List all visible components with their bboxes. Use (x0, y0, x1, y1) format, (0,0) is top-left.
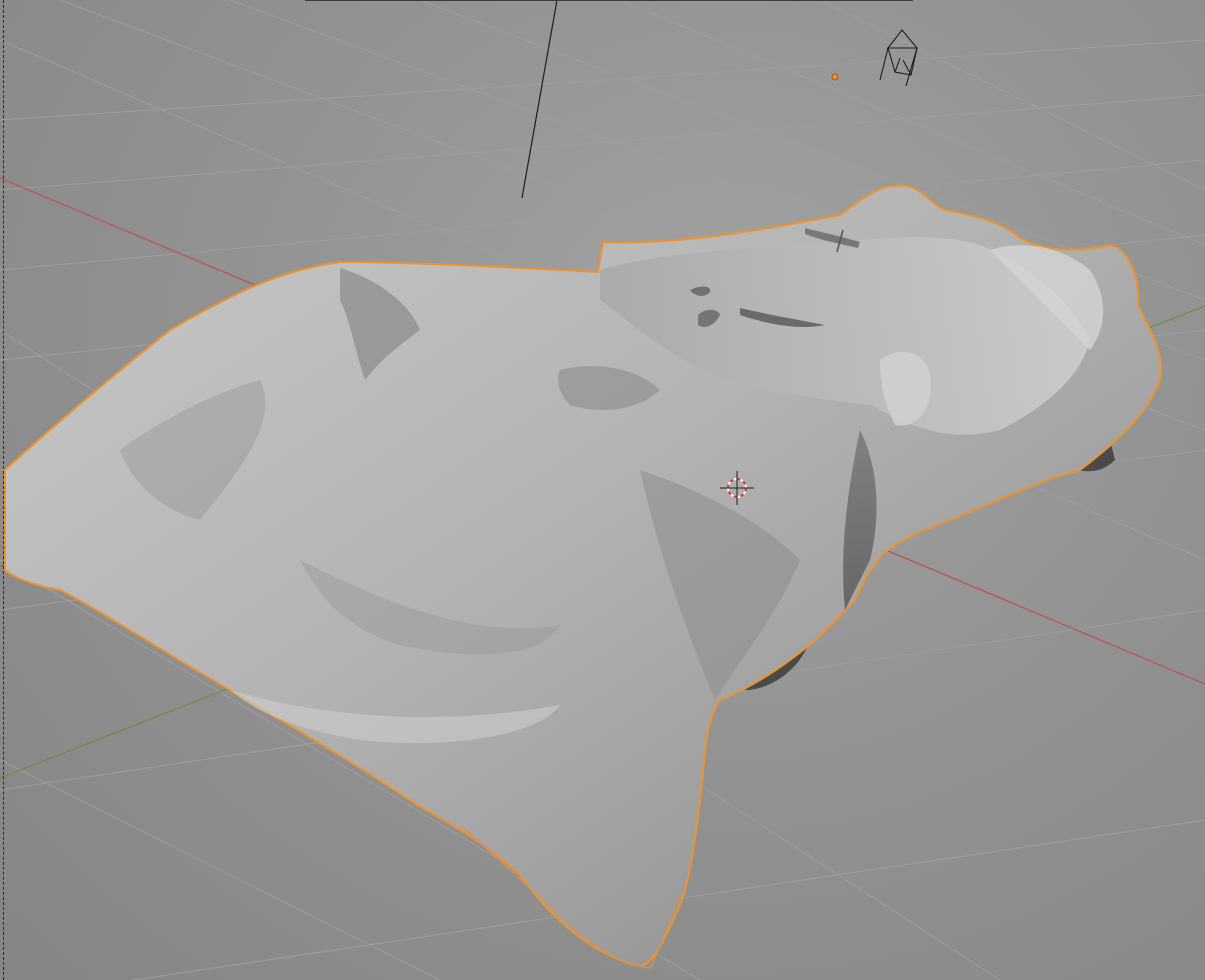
3d-viewport[interactable] (0, 0, 1205, 980)
viewport-left-border (3, 0, 4, 980)
light-direction-line (521, 0, 558, 199)
viewport-header-edge (305, 0, 913, 1)
viewport-canvas[interactable] (0, 0, 1205, 980)
point-light-icon[interactable] (831, 73, 839, 81)
